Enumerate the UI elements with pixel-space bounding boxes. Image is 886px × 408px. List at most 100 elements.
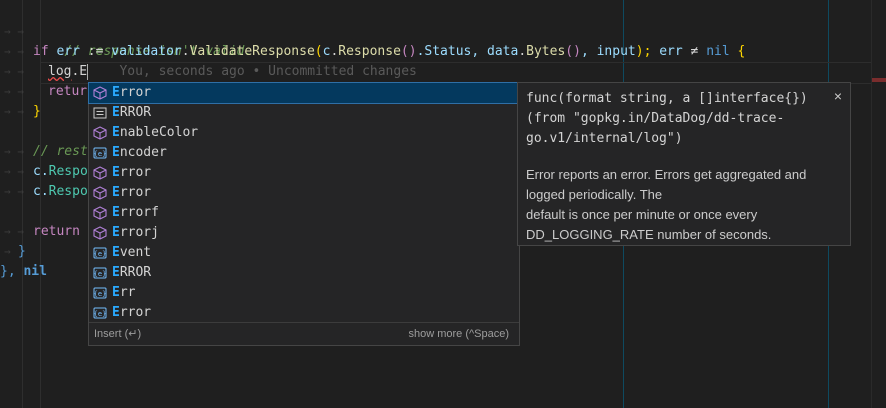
- field-icon: {e}: [93, 246, 107, 260]
- function-signature: func(format string, a []interface{}) (fr…: [526, 91, 816, 146]
- field-icon: {e}: [93, 286, 107, 300]
- show-more-link[interactable]: show more (^Space): [408, 323, 509, 345]
- suggestion-item[interactable]: {e} Error: [89, 303, 519, 323]
- operator: :=: [87, 44, 104, 59]
- tab-arrow-icon: → →: [4, 85, 24, 98]
- code-line: c.Respo: [33, 162, 88, 182]
- suggestion-label: Error: [112, 305, 152, 320]
- bracket: },: [0, 264, 24, 279]
- suggest-details-panel: func(format string, a []interface{}) (fr…: [517, 82, 851, 246]
- code-line: if err := validator.ValidateResponse(c.R…: [33, 42, 745, 62]
- function-name: Response: [338, 44, 401, 59]
- suggestion-label: Error: [112, 85, 152, 100]
- code-line: c.Respo: [33, 182, 88, 202]
- function-name: Respo: [48, 164, 88, 179]
- suggest-status-bar: Insert (↵) show more (^Space): [89, 322, 519, 345]
- git-blame-annotation: You, seconds ago • Uncommitted changes: [119, 64, 417, 79]
- function-name: Respo: [48, 184, 88, 199]
- comment: // rest: [33, 144, 88, 159]
- suggestion-item[interactable]: {e} ERROR: [89, 263, 519, 283]
- identifier: .E: [71, 64, 88, 79]
- doc-line: logged periodically. The: [526, 187, 663, 202]
- code-line: }, nil: [0, 262, 47, 282]
- suggestion-item[interactable]: {e} Event: [89, 243, 519, 263]
- keyword: if: [33, 44, 49, 59]
- doc-line: default is once per minute or once every: [526, 207, 758, 222]
- tab-arrow-icon: → →: [4, 185, 24, 198]
- tab-arrow-icon: → →: [4, 225, 24, 238]
- suggestion-label: ERROR: [112, 265, 152, 280]
- tab-arrow-icon: → →: [4, 65, 24, 78]
- identifier: data: [487, 44, 519, 59]
- cube-icon: [93, 166, 107, 180]
- bracket: {: [729, 44, 746, 59]
- insert-hint: Insert (↵): [94, 328, 142, 340]
- suggestion-item[interactable]: Error: [89, 183, 519, 203]
- suggestion-item[interactable]: Error: [88, 82, 520, 104]
- suggestion-label: Errorj: [112, 225, 159, 240]
- function-name: Bytes: [526, 44, 566, 59]
- scrollbar-error-marker: [872, 78, 886, 82]
- field-icon: {e}: [93, 266, 107, 280]
- bracket: }: [33, 104, 41, 119]
- svg-text:{e}: {e}: [94, 270, 107, 278]
- bracket: }: [18, 244, 26, 259]
- bracket: );: [635, 44, 652, 59]
- tab-arrow-icon: → →: [4, 45, 24, 58]
- svg-text:{e}: {e}: [94, 150, 107, 158]
- cube-icon: [93, 126, 107, 140]
- svg-text:{e}: {e}: [94, 290, 107, 298]
- suggestion-item[interactable]: {e} Err: [89, 283, 519, 303]
- tab-arrow-icon: → →: [4, 145, 24, 158]
- tab-arrow-icon: → →: [4, 25, 24, 38]
- cube-icon: [93, 206, 107, 220]
- code-line: log.E You, seconds ago • Uncommitted cha…: [48, 62, 417, 82]
- suggest-widget[interactable]: Error ERROR EnableColor {e} Encoder Error Erro…: [88, 82, 520, 346]
- identifier: validator: [111, 44, 182, 59]
- identifier: err: [651, 44, 683, 59]
- bracket: (): [400, 44, 417, 59]
- code-line: // response isn't valid.: [33, 22, 252, 59]
- suggestion-label: Err: [112, 285, 136, 300]
- suggestion-label: Error: [112, 185, 152, 200]
- identifier: c.: [33, 184, 49, 199]
- suggestion-label: Encoder: [112, 145, 167, 160]
- suggestion-item[interactable]: Errorf: [89, 203, 519, 223]
- suggestion-item[interactable]: EnableColor: [89, 123, 519, 143]
- vertical-scrollbar[interactable]: [871, 0, 886, 408]
- tab-arrow-icon: → →: [4, 165, 24, 178]
- suggestion-item[interactable]: {e} Encoder: [89, 143, 519, 163]
- code-line: // rest: [33, 142, 88, 162]
- suggestion-item[interactable]: Error: [89, 163, 519, 183]
- keyword: return: [33, 224, 80, 239]
- keyword: retur: [48, 84, 88, 99]
- keyword: nil: [706, 44, 730, 59]
- cube-icon: [93, 86, 107, 100]
- punct: .: [181, 44, 190, 59]
- doc-line: DD_LOGGING_RATE number of seconds.: [526, 227, 772, 242]
- suggestion-item[interactable]: ERROR: [89, 103, 519, 123]
- suggestion-item[interactable]: Errorj: [89, 223, 519, 243]
- keyword: nil: [23, 264, 47, 279]
- field-icon: {e}: [93, 306, 107, 320]
- code-line: retur: [48, 82, 87, 102]
- identifier: , input: [580, 44, 636, 59]
- bracket: (): [565, 44, 581, 59]
- close-icon[interactable]: ×: [834, 88, 842, 104]
- bracket: (: [314, 44, 323, 59]
- suggestion-label: Errorf: [112, 205, 159, 220]
- code-line: }: [33, 102, 41, 122]
- identifier: .Status,: [416, 44, 488, 59]
- operator: ≠: [682, 44, 707, 59]
- suggestion-label: ERROR: [112, 105, 152, 120]
- code-line: return: [33, 222, 80, 242]
- suggestion-label: Event: [112, 245, 152, 260]
- tab-arrow-icon: →: [4, 245, 11, 258]
- svg-text:{e}: {e}: [94, 250, 107, 258]
- cube-icon: [93, 226, 107, 240]
- suggestion-label: EnableColor: [112, 125, 199, 140]
- tab-arrow-icon: → →: [4, 105, 24, 118]
- identifier: log: [48, 64, 72, 79]
- function-name: ValidateResponse: [189, 44, 315, 59]
- cube-icon: [93, 186, 107, 200]
